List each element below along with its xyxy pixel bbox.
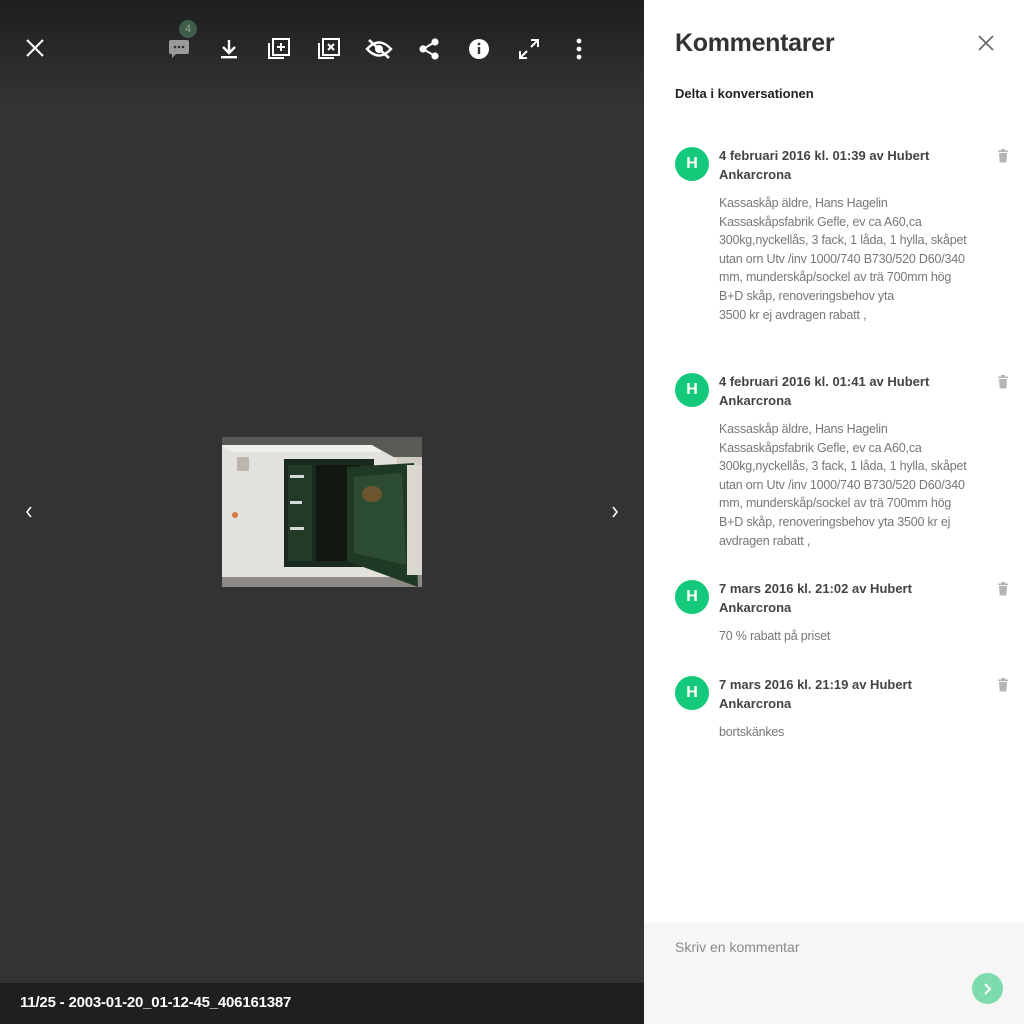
trash-icon[interactable] xyxy=(996,678,1010,692)
download-icon[interactable] xyxy=(211,31,247,67)
add-to-album-icon[interactable] xyxy=(261,31,297,67)
comment-body: bortskänkes xyxy=(719,725,785,739)
close-icon[interactable] xyxy=(17,30,53,66)
share-icon[interactable] xyxy=(411,31,447,67)
trash-icon[interactable] xyxy=(996,582,1010,596)
comment-header: 7 mars 2016 kl. 21:19 av Hubert Ankarcro… xyxy=(719,677,912,711)
trash-icon[interactable] xyxy=(996,149,1010,163)
viewer-footer: 11/25 - 2003-01-20_01-12-45_406161387 xyxy=(0,983,644,1024)
avatar[interactable]: H xyxy=(675,676,709,710)
avatar[interactable]: H xyxy=(675,147,709,181)
chevron-left-icon[interactable] xyxy=(17,500,41,524)
info-icon[interactable] xyxy=(461,31,497,67)
photo-safe xyxy=(222,437,422,587)
photo-viewer: 4 11/25 - 2003-01-20_01-12-45_406161387 xyxy=(0,0,644,1024)
more-icon[interactable] xyxy=(561,31,597,67)
close-icon[interactable] xyxy=(974,31,998,55)
comment-header: 7 mars 2016 kl. 21:02 av Hubert Ankarcro… xyxy=(719,581,912,615)
comment-body: Kassaskåp äldre, Hans Hagelin Kassaskåps… xyxy=(719,422,967,548)
trash-icon[interactable] xyxy=(996,375,1010,389)
chevron-right-icon xyxy=(983,982,991,995)
comment-count-badge: 4 xyxy=(179,20,197,38)
comment-body: 70 % rabatt på priset xyxy=(719,629,831,643)
viewer-toolbar: 4 xyxy=(0,0,644,100)
avatar[interactable]: H xyxy=(675,373,709,407)
comment-header: 4 februari 2016 kl. 01:39 av Hubert Anka… xyxy=(719,148,930,182)
send-button[interactable] xyxy=(972,973,1003,1004)
fullscreen-icon[interactable] xyxy=(511,31,547,67)
comment-icon[interactable]: 4 xyxy=(161,20,197,67)
comments-panel: Kommentarer Delta i konversationen H 4 f… xyxy=(644,0,1024,1024)
comment-composer xyxy=(644,923,1024,1024)
chevron-right-icon[interactable] xyxy=(603,500,627,524)
comment-header: 4 februari 2016 kl. 01:41 av Hubert Anka… xyxy=(719,374,930,408)
panel-title: Kommentarer xyxy=(675,29,835,57)
hide-icon[interactable] xyxy=(361,31,397,67)
comment-input[interactable] xyxy=(675,939,965,955)
avatar[interactable]: H xyxy=(675,580,709,614)
file-label: 11/25 - 2003-01-20_01-12-45_406161387 xyxy=(20,994,292,1011)
remove-from-album-icon[interactable] xyxy=(311,31,347,67)
join-conversation-text: Delta i konversationen xyxy=(675,86,814,101)
comment-body: Kassaskåp äldre, Hans Hagelin Kassaskåps… xyxy=(719,196,967,322)
